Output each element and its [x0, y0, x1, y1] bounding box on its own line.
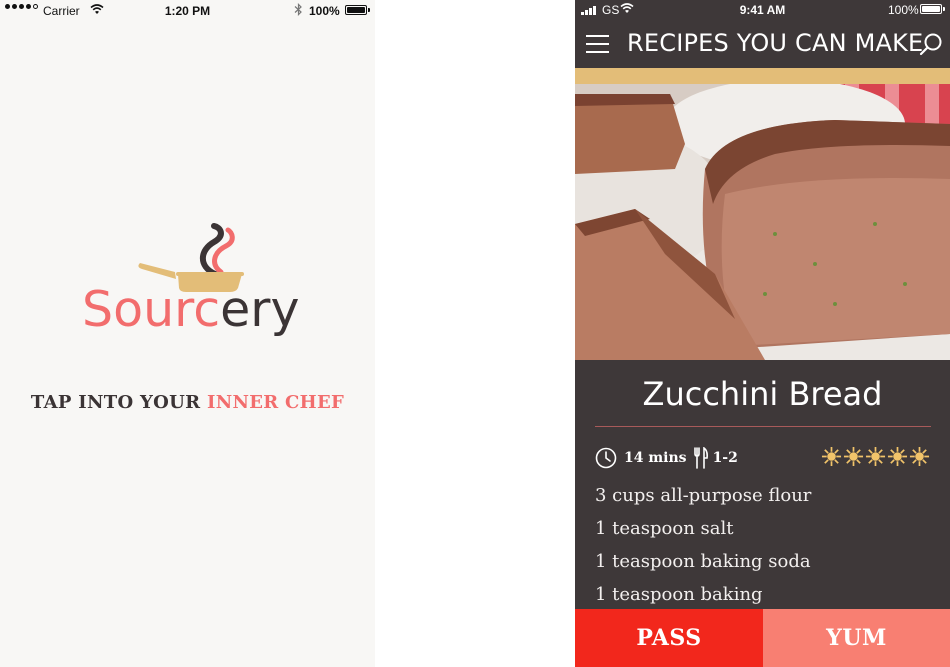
servings: 1-2 — [712, 450, 738, 466]
search-icon[interactable] — [918, 32, 944, 58]
star-icon — [909, 446, 930, 467]
hamburger-icon[interactable] — [586, 35, 609, 53]
ingredient-item: 1 teaspoon salt — [595, 518, 734, 539]
clock-icon — [595, 447, 617, 469]
rating-stars — [821, 446, 930, 467]
star-icon — [865, 446, 886, 467]
app-logo-wordmark: Sourcery — [82, 281, 300, 338]
bluetooth-icon — [294, 3, 302, 16]
tagline-prefix: TAP INTO YOUR — [30, 392, 207, 413]
recipe-photo[interactable] — [575, 84, 950, 360]
title-divider — [595, 426, 931, 427]
ingredient-list[interactable]: 3 cups all-purpose flour 1 teaspoon salt… — [595, 482, 811, 614]
star-icon — [843, 446, 864, 467]
accent-strip — [575, 68, 950, 84]
app-header: RECIPES YOU CAN MAKE — [575, 20, 950, 68]
ingredient-item: 1 teaspoon baking soda — [595, 551, 811, 572]
pass-button[interactable]: PASS — [575, 609, 763, 667]
battery-icon — [345, 5, 370, 15]
battery-percent: 100% — [309, 4, 340, 18]
battery-icon — [920, 4, 945, 14]
battery-percent: 100% — [888, 3, 919, 17]
status-bar: Carrier 1:20 PM 100% — [0, 0, 375, 20]
recipe-screen: GS 9:41 AM 100% RECIPES YOU CAN MAKE Zuc… — [575, 0, 950, 667]
star-icon — [887, 446, 908, 467]
tagline: TAP INTO YOUR INNER CHEF — [0, 392, 375, 413]
recipe-meta: 14 mins 1-2 — [595, 445, 738, 471]
splash-screen: Carrier 1:20 PM 100% Sourcery TAP INTO Y… — [0, 0, 375, 667]
page-title: RECIPES YOU CAN MAKE — [627, 29, 924, 57]
recipe-title: Zucchini Bread — [642, 375, 883, 413]
star-icon — [821, 446, 842, 467]
yum-button[interactable]: YUM — [763, 609, 950, 667]
status-bar: GS 9:41 AM 100% — [575, 0, 950, 20]
tagline-accent: INNER CHEF — [206, 392, 345, 413]
prep-time: 14 mins — [624, 450, 687, 466]
fork-knife-icon — [693, 447, 708, 469]
ingredient-item: 3 cups all-purpose flour — [595, 485, 812, 506]
